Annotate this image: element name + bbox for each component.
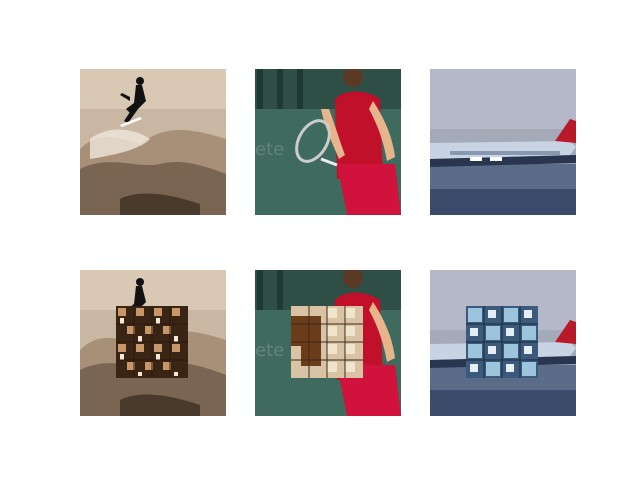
image-airplane-patched <box>430 270 576 416</box>
figure: ete ete <box>0 0 640 480</box>
image-tennis-player: ete <box>255 69 401 215</box>
svg-text:ete: ete <box>255 139 284 160</box>
image-surfer <box>80 69 226 215</box>
image-airplane <box>430 69 576 215</box>
image-surfer-patched <box>80 270 226 416</box>
svg-text:ete: ete <box>255 340 284 361</box>
adversarial-patch <box>116 306 188 378</box>
adversarial-patch <box>291 306 363 378</box>
image-tennis-player-patched: ete <box>255 270 401 416</box>
adversarial-patch <box>466 306 538 378</box>
